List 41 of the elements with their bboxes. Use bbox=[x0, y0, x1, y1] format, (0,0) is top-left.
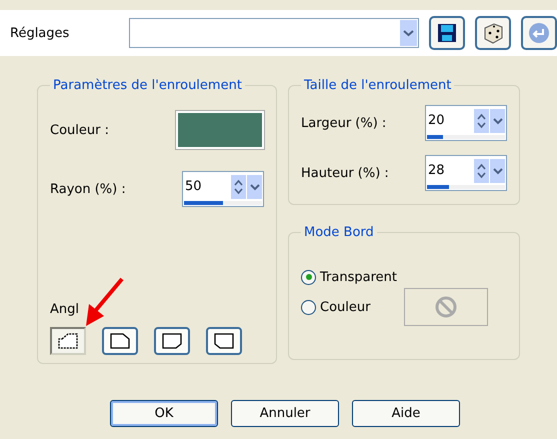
group-title: Paramètres de l'enroulement bbox=[52, 78, 243, 93]
page-corner-icon bbox=[162, 333, 182, 349]
save-icon[interactable] bbox=[429, 16, 465, 50]
dropdown-icon[interactable] bbox=[247, 174, 262, 198]
page-corner-icon bbox=[110, 333, 130, 349]
spin-field[interactable]: 28 bbox=[425, 155, 507, 191]
up-down-icon[interactable] bbox=[474, 108, 489, 132]
undo-icon[interactable] bbox=[521, 16, 557, 50]
dropdown-icon[interactable] bbox=[490, 108, 505, 132]
page-corner-icon bbox=[58, 333, 78, 349]
color-label: Couleur : bbox=[50, 122, 109, 138]
option-label: Couleur bbox=[320, 300, 370, 314]
presets-label: Réglages bbox=[10, 26, 70, 40]
corner-button[interactable] bbox=[154, 327, 190, 355]
presets-dropdown[interactable] bbox=[129, 18, 419, 48]
up-down-icon[interactable] bbox=[474, 158, 489, 182]
option-label: Transparent bbox=[320, 270, 397, 284]
prohibited-icon bbox=[435, 296, 458, 318]
up-down-icon[interactable] bbox=[231, 174, 246, 198]
size-label: Hauteur (%) : bbox=[301, 166, 389, 180]
radius-label: Rayon (%) : bbox=[50, 182, 126, 196]
color-swatch[interactable] bbox=[176, 111, 264, 149]
dialog-button[interactable]: Aide bbox=[352, 400, 460, 427]
dialog-button[interactable]: Annuler bbox=[231, 400, 339, 427]
spin-field[interactable]: 20 bbox=[425, 105, 507, 141]
radio-button[interactable] bbox=[301, 300, 316, 314]
corner-button[interactable] bbox=[206, 327, 242, 355]
size-label: Largeur (%) : bbox=[301, 116, 386, 130]
spin-field[interactable]: 50 bbox=[182, 171, 264, 207]
group-title: Mode Bord bbox=[303, 225, 375, 240]
dice-icon[interactable] bbox=[475, 16, 511, 50]
corner-button[interactable] bbox=[102, 327, 138, 355]
angle-label: Angl bbox=[50, 302, 80, 317]
no-color-button[interactable] bbox=[404, 288, 488, 326]
dropdown-icon[interactable] bbox=[400, 20, 417, 46]
arrow-annotation bbox=[84, 276, 124, 328]
dialog-button[interactable]: OK bbox=[110, 400, 218, 427]
group-title: Taille de l'enroulement bbox=[303, 78, 452, 93]
radio-button[interactable] bbox=[301, 270, 316, 284]
page-corner-icon bbox=[214, 333, 234, 349]
dropdown-icon[interactable] bbox=[490, 158, 505, 182]
